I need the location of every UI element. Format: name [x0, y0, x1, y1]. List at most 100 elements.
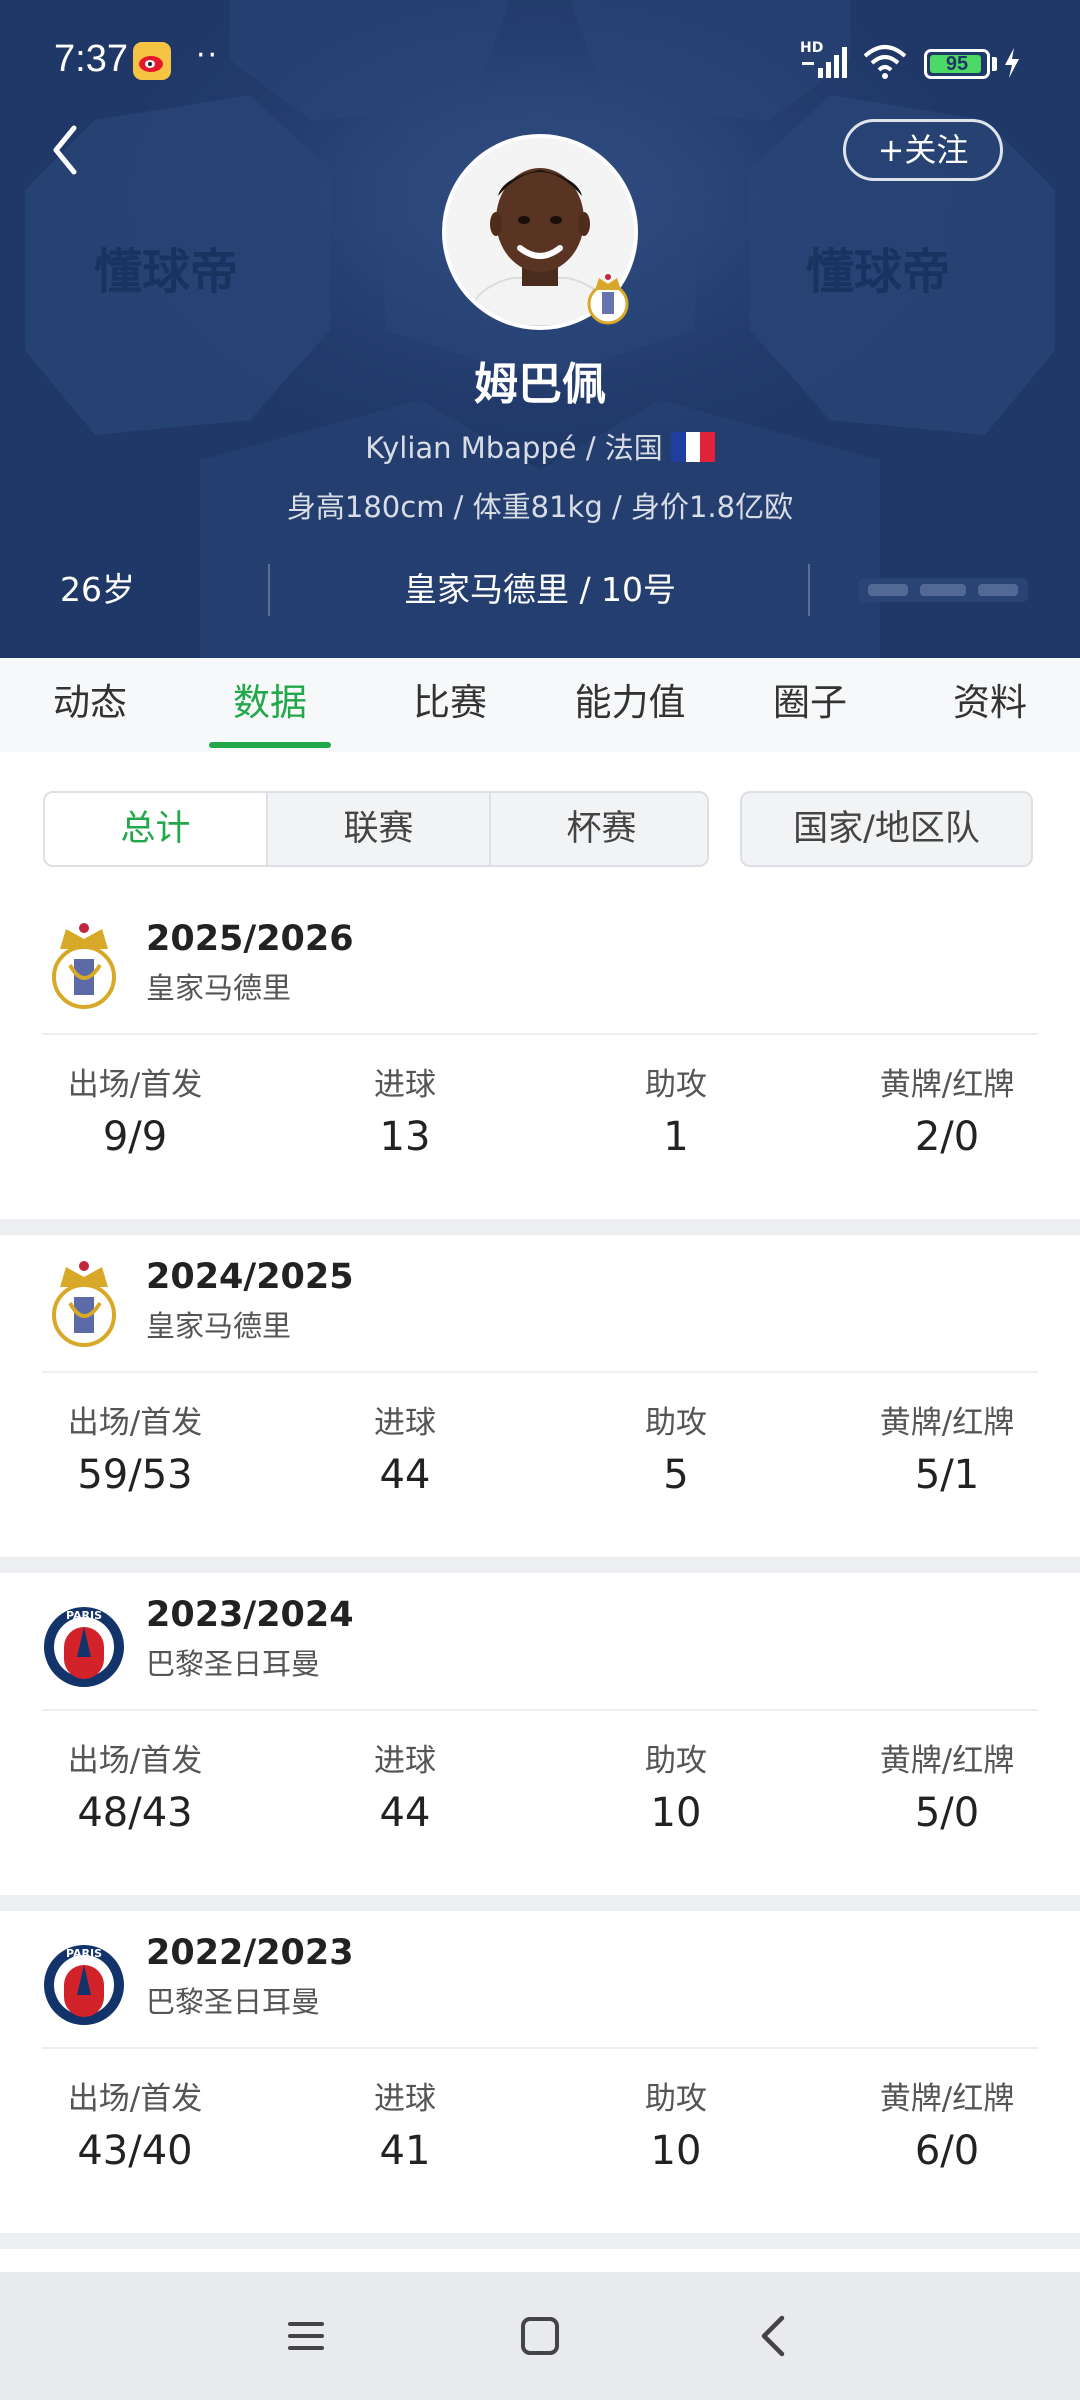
player-age: 26岁	[60, 570, 135, 609]
player-info-row: 26岁 皇家马德里 / 10号	[0, 560, 1080, 620]
watermark-text-left: 懂球帝	[94, 244, 238, 300]
stat-label-apps: 出场/首发	[67, 1405, 203, 1441]
stat-apps: 出场/首发 48/43	[15, 1739, 255, 1843]
stat-goals: 进球 44	[285, 1401, 525, 1505]
home-icon[interactable]	[516, 2312, 564, 2360]
season-club: 皇家马德里	[146, 1309, 292, 1343]
stat-goals: 进球 44	[285, 1739, 525, 1843]
season-year: 2023/2024	[146, 1595, 354, 1635]
stat-apps: 出场/首发 43/40	[15, 2077, 255, 2181]
stat-label-apps: 出场/首发	[67, 1743, 203, 1779]
stat-label-apps: 出场/首发	[67, 1067, 203, 1103]
stat-label-assists: 助攻	[645, 1743, 707, 1779]
psg-logo-icon: PARIS	[44, 1945, 124, 2025]
tab-circle[interactable]: 圈子	[735, 658, 885, 752]
tab-bar: 动态 数据 比赛 能力值 圈子 资料	[0, 658, 1080, 752]
signal-icon	[802, 47, 847, 78]
card-divider	[42, 2047, 1038, 2049]
follow-button[interactable]: +关注	[843, 119, 1003, 181]
status-dots: ··	[196, 38, 220, 73]
status-bar: 7:37 ·· HD 95	[0, 0, 1080, 126]
stat-label-cards: 黄牌/红牌	[879, 1067, 1015, 1103]
stat-apps: 出场/首发 59/53	[15, 1401, 255, 1505]
player-header: 懂球帝 懂球帝 7:37 ·· HD 95 +关注 姆巴佩 Kylian Mba…	[0, 0, 1080, 658]
season-card[interactable]: PARIS 2022/2023 巴黎圣日耳曼 出场/首发 43/40 进球 41…	[0, 1911, 1080, 2233]
stat-cards: 黄牌/红牌 5/0	[827, 1739, 1067, 1843]
stat-value-apps: 59/53	[77, 1452, 193, 1498]
info-divider	[808, 564, 810, 616]
stat-goals: 进球 13	[285, 1063, 525, 1167]
tab-data[interactable]: 数据	[195, 658, 345, 752]
stat-label-assists: 助攻	[645, 1067, 707, 1103]
tab-profile[interactable]: 资料	[915, 658, 1065, 752]
competition-filter: 总计 联赛 杯赛	[43, 791, 709, 867]
player-measurements: 身高180cm / 体重81kg / 身价1.8亿欧	[286, 490, 794, 524]
stat-label-goals: 进球	[374, 1743, 436, 1779]
filter-total[interactable]: 总计	[45, 793, 266, 865]
player-english-name-nation: Kylian Mbappé / 法国	[0, 425, 1080, 467]
stat-assists: 助攻 5	[556, 1401, 796, 1505]
season-card[interactable]: PARIS 2023/2024 巴黎圣日耳曼 出场/首发 48/43 进球 44…	[0, 1573, 1080, 1895]
back-button[interactable]	[44, 118, 84, 182]
tab-ability[interactable]: 能力值	[555, 658, 705, 752]
real-madrid-logo-icon	[52, 1261, 116, 1347]
wifi-icon	[863, 45, 907, 79]
season-club: 巴黎圣日耳曼	[146, 1647, 321, 1681]
card-gap	[0, 1895, 1080, 1911]
season-club: 皇家马德里	[146, 971, 292, 1005]
filter-league[interactable]: 联赛	[268, 793, 489, 865]
battery-cap	[992, 57, 997, 71]
weibo-icon	[133, 42, 171, 80]
stat-assists: 助攻 10	[556, 2077, 796, 2181]
stat-value-apps: 43/40	[77, 2128, 193, 2174]
season-year: 2024/2025	[146, 1257, 354, 1297]
stat-label-cards: 黄牌/红牌	[879, 1405, 1015, 1441]
player-team-number[interactable]: 皇家马德里 / 10号	[270, 560, 810, 620]
card-divider	[42, 1709, 1038, 1711]
card-gap	[0, 1557, 1080, 1573]
stat-label-apps: 出场/首发	[67, 2081, 203, 2117]
real-madrid-badge-icon	[587, 274, 629, 325]
filter-national-team[interactable]: 国家/地区队	[740, 791, 1033, 867]
menu-icon[interactable]	[282, 2312, 330, 2360]
stat-assists: 助攻 1	[556, 1063, 796, 1167]
stat-value-apps: 9/9	[102, 1114, 168, 1160]
card-gap	[0, 1219, 1080, 1235]
active-tab-indicator	[209, 742, 331, 748]
tab-dynamics[interactable]: 动态	[15, 658, 165, 752]
stat-value-cards: 2/0	[914, 1114, 980, 1160]
season-year: 2022/2023	[146, 1933, 354, 1973]
stat-assists: 助攻 10	[556, 1739, 796, 1843]
tab-matches[interactable]: 比赛	[375, 658, 525, 752]
season-card[interactable]: 2025/2026 皇家马德里 出场/首发 9/9 进球 13 助攻 1 黄牌/…	[0, 897, 1080, 1219]
stat-value-apps: 48/43	[77, 1790, 193, 1836]
stat-value-assists: 10	[650, 1790, 702, 1836]
svg-text:PARIS: PARIS	[66, 1947, 102, 1960]
season-year: 2025/2026	[146, 919, 354, 959]
psg-logo-icon: PARIS	[44, 1607, 124, 1687]
filter-cup[interactable]: 杯赛	[491, 793, 707, 865]
stat-value-assists: 1	[663, 1114, 689, 1160]
stat-label-assists: 助攻	[645, 1405, 707, 1441]
stat-label-goals: 进球	[374, 1067, 436, 1103]
stat-label-goals: 进球	[374, 2081, 436, 2117]
season-card[interactable]: 2024/2025 皇家马德里 出场/首发 59/53 进球 44 助攻 5 黄…	[0, 1235, 1080, 1557]
stat-label-assists: 助攻	[645, 2081, 707, 2117]
stat-apps: 出场/首发 9/9	[15, 1063, 255, 1167]
card-divider	[42, 1033, 1038, 1035]
real-madrid-logo-icon	[52, 923, 116, 1009]
stat-value-cards: 5/1	[914, 1452, 980, 1498]
stat-value-goals: 44	[379, 1452, 431, 1498]
svg-text:PARIS: PARIS	[66, 1609, 102, 1622]
stat-cards: 黄牌/红牌 2/0	[827, 1063, 1067, 1167]
stat-value-assists: 5	[663, 1452, 689, 1498]
player-english-name: Kylian Mbappé / 法国	[365, 431, 663, 465]
card-divider	[42, 1371, 1038, 1373]
season-club: 巴黎圣日耳曼	[146, 1985, 321, 2019]
back-icon[interactable]	[750, 2312, 798, 2360]
stat-cards: 黄牌/红牌 5/1	[827, 1401, 1067, 1505]
card-gap	[0, 2233, 1080, 2249]
stat-value-assists: 10	[650, 2128, 702, 2174]
stat-label-cards: 黄牌/红牌	[879, 1743, 1015, 1779]
stat-value-goals: 41	[379, 2128, 431, 2174]
